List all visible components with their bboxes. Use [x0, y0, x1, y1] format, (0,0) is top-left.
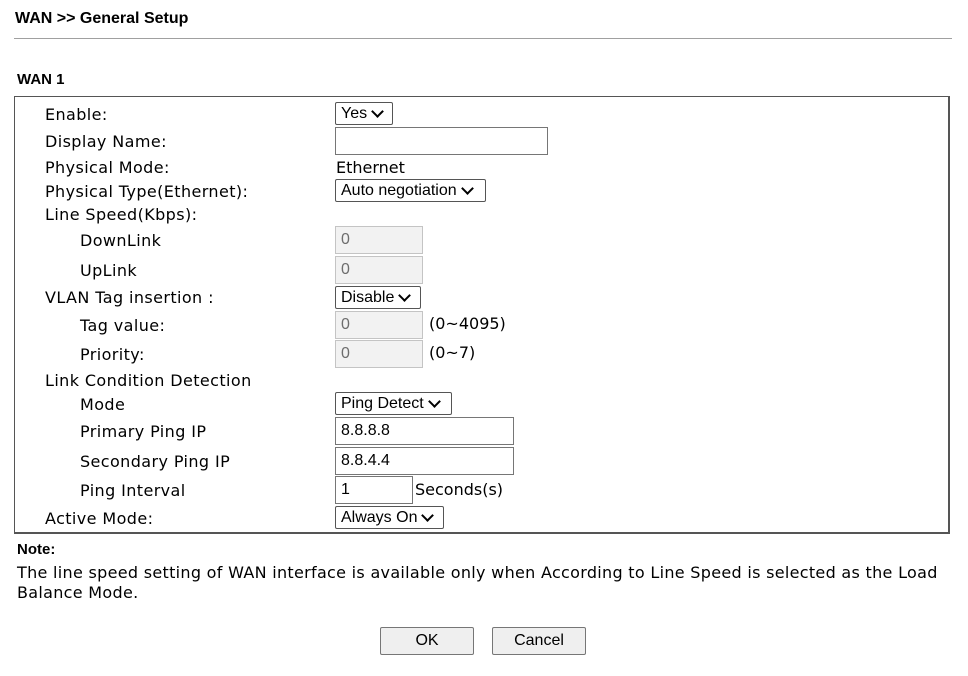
vlan-tag-select-value: Disable [341, 288, 395, 306]
mode-label: Mode [80, 395, 126, 414]
primary-ping-label: Primary Ping IP [80, 422, 207, 441]
priority-input[interactable]: 0 [335, 340, 423, 368]
physical-type-select[interactable]: Auto negotiation [335, 179, 486, 202]
link-condition-label: Link Condition Detection [45, 371, 252, 390]
ping-interval-unit: Seconds(s) [415, 480, 504, 499]
ping-interval-input[interactable]: 1 [335, 476, 413, 504]
display-name-input[interactable] [335, 127, 548, 155]
physical-mode-label: Physical Mode: [45, 158, 170, 177]
enable-label: Enable: [45, 105, 108, 124]
page-title: WAN >> General Setup [15, 10, 189, 27]
chevron-down-icon [427, 395, 441, 408]
primary-ping-input[interactable]: 8.8.8.8 [335, 417, 514, 445]
cancel-button[interactable]: Cancel [492, 627, 586, 655]
tag-value-range: (0~4095) [429, 314, 506, 333]
physical-mode-value: Ethernet [336, 158, 405, 177]
active-mode-select[interactable]: Always On [335, 506, 444, 529]
active-mode-label: Active Mode: [45, 509, 154, 528]
tag-value-input[interactable]: 0 [335, 311, 423, 339]
note-title: Note: [17, 541, 56, 558]
ping-interval-label: Ping Interval [80, 481, 186, 500]
note-text: The line speed setting of WAN interface … [17, 563, 938, 602]
secondary-ping-label: Secondary Ping IP [80, 452, 231, 471]
header-divider [14, 38, 952, 39]
uplink-input[interactable]: 0 [335, 256, 423, 284]
downlink-label: DownLink [80, 231, 162, 250]
enable-select[interactable]: Yes [335, 102, 393, 125]
downlink-input[interactable]: 0 [335, 226, 423, 254]
uplink-label: UpLink [80, 261, 138, 280]
line-speed-label: Line Speed(Kbps): [45, 205, 198, 224]
enable-select-value: Yes [341, 104, 368, 122]
tag-value-label: Tag value: [80, 316, 166, 335]
physical-type-label: Physical Type(Ethernet): [45, 182, 249, 201]
vlan-tag-select[interactable]: Disable [335, 286, 421, 309]
mode-select[interactable]: Ping Detect [335, 392, 452, 415]
chevron-down-icon [421, 509, 435, 522]
chevron-down-icon [398, 289, 412, 302]
priority-range: (0~7) [429, 343, 476, 362]
secondary-ping-input[interactable]: 8.8.4.4 [335, 447, 514, 475]
active-mode-select-value: Always On [341, 508, 418, 526]
display-name-label: Display Name: [45, 132, 167, 151]
mode-select-value: Ping Detect [341, 394, 424, 412]
physical-type-select-value: Auto negotiation [341, 181, 457, 199]
section-title: WAN 1 [17, 71, 65, 88]
vlan-tag-label: VLAN Tag insertion : [45, 288, 214, 307]
priority-label: Priority: [80, 345, 145, 364]
chevron-down-icon [460, 182, 474, 195]
chevron-down-icon [371, 105, 384, 118]
ok-button[interactable]: OK [380, 627, 474, 655]
